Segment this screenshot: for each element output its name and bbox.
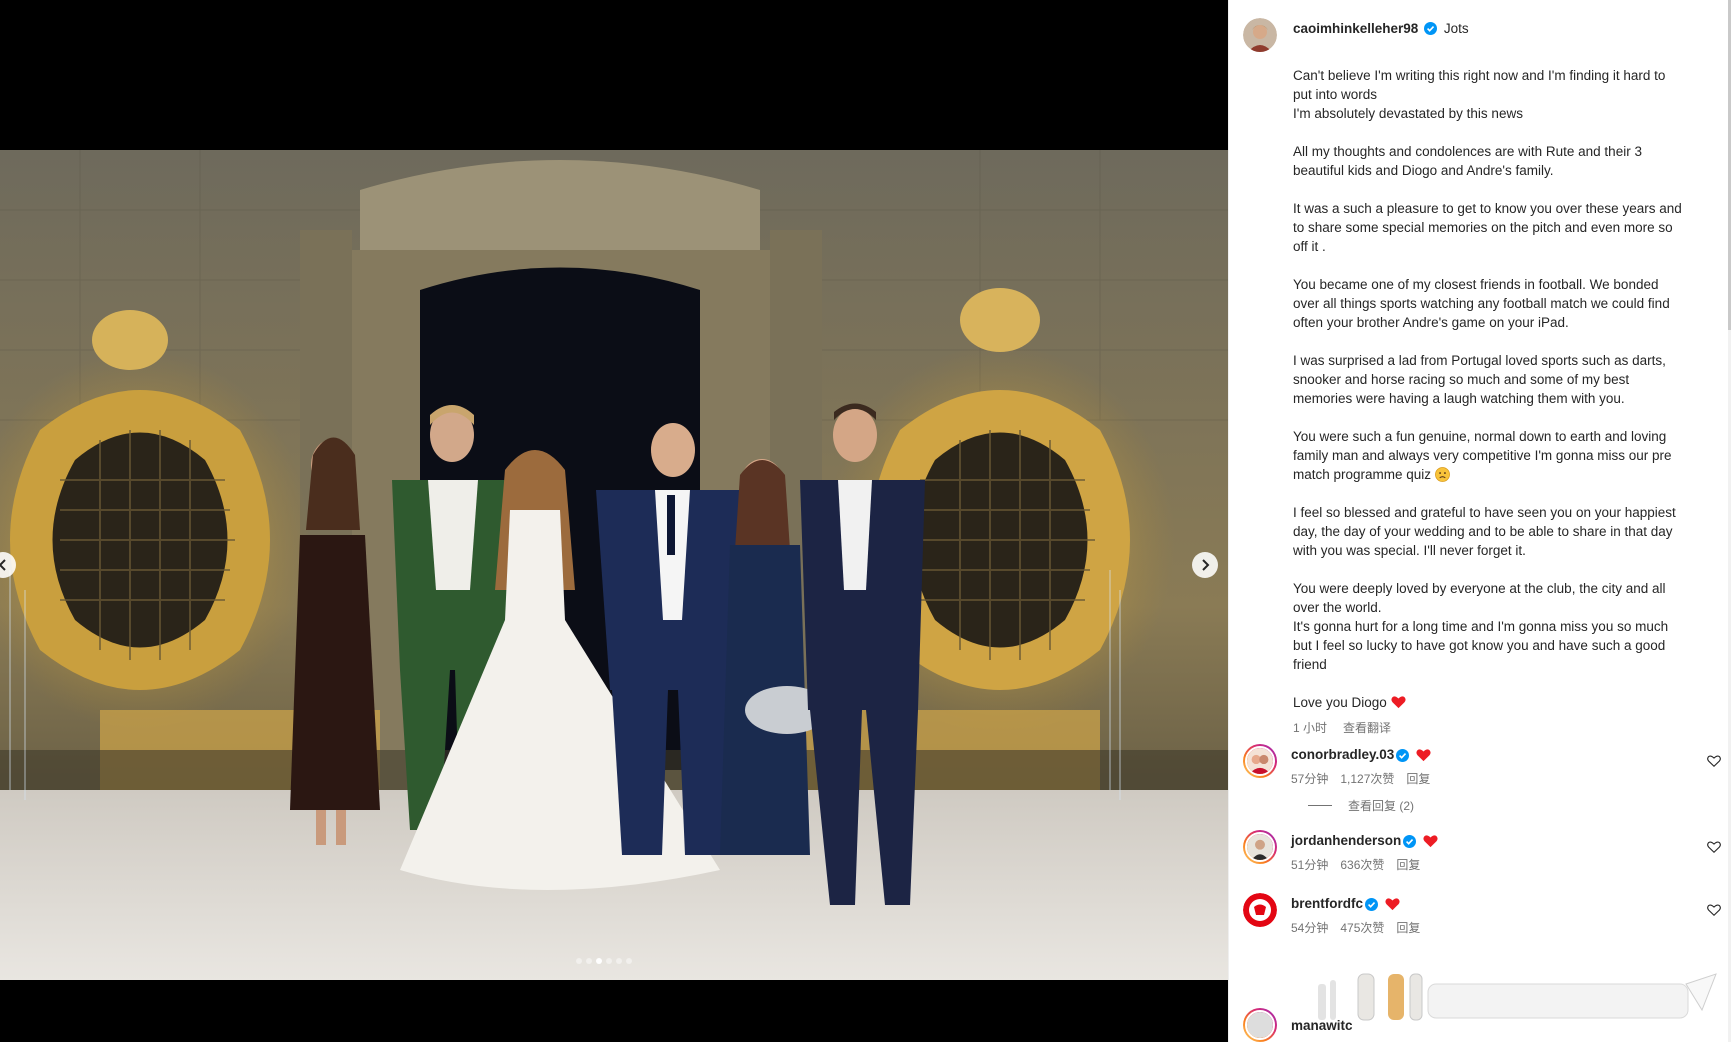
heart-outline-icon[interactable] xyxy=(1707,903,1721,917)
caption-line: Can't believe I'm writing this right now… xyxy=(1293,68,1666,83)
red-heart-emoji xyxy=(1391,696,1406,709)
chevron-left-icon xyxy=(0,559,6,571)
comment-item: jordanhenderson 51分钟 636次赞 回复 xyxy=(1243,830,1721,873)
comment-likes[interactable]: 475次赞 xyxy=(1340,919,1384,936)
reply-button[interactable]: 回复 xyxy=(1406,770,1430,787)
comment-item: brentfordfc 54分钟 475次赞 回复 xyxy=(1243,893,1721,936)
caption-line: It was a such a pleasure to get to know … xyxy=(1293,201,1682,216)
caption-line: match programme quiz xyxy=(1293,465,1693,484)
post-meta: 1 小时 查看翻译 xyxy=(1293,719,1693,736)
verified-badge-icon xyxy=(1424,22,1438,35)
caption-paragraph: All my thoughts and condolences are with… xyxy=(1293,142,1693,180)
caption-line: with you was special. I'll never forget … xyxy=(1293,543,1526,558)
caption-line: memories were having a laugh watching th… xyxy=(1293,391,1625,406)
caption-title: Jots xyxy=(1443,21,1469,36)
caption-line: often your brother Andre's game on your … xyxy=(1293,315,1569,330)
comment-avatar[interactable] xyxy=(1243,893,1277,927)
reply-button[interactable]: 回复 xyxy=(1396,856,1420,873)
caption-line: You were such a fun genuine, normal down… xyxy=(1293,429,1667,444)
caption-paragraph: It was a such a pleasure to get to know … xyxy=(1293,199,1693,256)
caption-line: over the world. xyxy=(1293,600,1382,615)
red-heart-emoji xyxy=(1385,898,1400,911)
caption-line: family man and always very competitive I… xyxy=(1293,448,1672,463)
comment-time[interactable]: 54分钟 xyxy=(1291,919,1328,936)
verified-badge-icon xyxy=(1365,897,1378,911)
carousel-indicator xyxy=(576,958,632,964)
caption-line: day, the day of your wedding and to be a… xyxy=(1293,524,1673,539)
verified-badge-icon xyxy=(1403,834,1417,848)
caption-line: over all things sports watching any foot… xyxy=(1293,296,1670,311)
divider-line xyxy=(1308,805,1332,806)
caption-paragraph: You were such a fun genuine, normal down… xyxy=(1293,427,1693,484)
verified-badge-icon xyxy=(1396,748,1410,762)
comment-likes[interactable]: 1,127次赞 xyxy=(1340,770,1394,787)
sad-face-emoji xyxy=(1435,467,1450,482)
caption-line: I'm absolutely devastated by this news xyxy=(1293,106,1523,121)
comment-item: conorbradley.03 57分钟 1,127次赞 回复查看回复 (2) xyxy=(1243,744,1721,814)
red-heart-emoji xyxy=(1416,749,1431,762)
wedding-photo xyxy=(0,150,1228,980)
caption-line: off it . xyxy=(1293,239,1326,254)
next-slide-button[interactable] xyxy=(1192,552,1218,578)
comment-time[interactable]: 51分钟 xyxy=(1291,856,1328,873)
reply-button[interactable]: 回复 xyxy=(1396,919,1420,936)
caption-line: but I feel so lucky to have got know you… xyxy=(1293,638,1666,653)
carousel-dot xyxy=(616,958,622,964)
caption-text: Can't believe I'm writing this right now… xyxy=(1293,66,1693,712)
comment-username[interactable]: conorbradley.03 xyxy=(1291,744,1394,766)
caption-line: I feel so blessed and grateful to have s… xyxy=(1293,505,1676,520)
caption-line: It's gonna hurt for a long time and I'm … xyxy=(1293,619,1669,634)
heart-outline-icon[interactable] xyxy=(1707,840,1721,854)
carousel-dot xyxy=(586,958,592,964)
caption-line: You became one of my closest friends in … xyxy=(1293,277,1659,292)
see-translation-link[interactable]: 查看翻译 xyxy=(1343,719,1391,736)
carousel-dot xyxy=(576,958,582,964)
comment-avatar[interactable] xyxy=(1243,1008,1277,1042)
post-caption: caoimhinkelleher98 Jots Can't believe I'… xyxy=(1243,18,1693,736)
caption-line: snooker and horse racing so much and som… xyxy=(1293,372,1630,387)
post-side-panel: caoimhinkelleher98 Jots Can't believe I'… xyxy=(1228,0,1731,1042)
comment-username[interactable]: brentfordfc xyxy=(1291,893,1363,915)
comment-time[interactable]: 57分钟 xyxy=(1291,770,1328,787)
caption-paragraph: You were deeply loved by everyone at the… xyxy=(1293,579,1693,674)
caption-paragraph: I was surprised a lad from Portugal love… xyxy=(1293,351,1693,408)
comment-username[interactable]: jordanhenderson xyxy=(1291,830,1401,852)
caption-paragraph: Can't believe I'm writing this right now… xyxy=(1293,66,1693,123)
heart-outline-icon[interactable] xyxy=(1707,754,1721,768)
author-avatar[interactable] xyxy=(1243,18,1277,52)
sticker-overlay xyxy=(1318,973,1717,1021)
chevron-right-icon xyxy=(1202,559,1210,571)
caption-line: All my thoughts and condolences are with… xyxy=(1293,144,1642,159)
carousel-dot xyxy=(606,958,612,964)
caption-line: You were deeply loved by everyone at the… xyxy=(1293,581,1666,596)
post-time[interactable]: 1 小时 xyxy=(1293,719,1327,736)
comment-avatar[interactable] xyxy=(1243,744,1277,778)
view-replies-label: 查看回复 (2) xyxy=(1348,799,1415,813)
comment-avatar[interactable] xyxy=(1243,830,1277,864)
caption-paragraph: Love you Diogo xyxy=(1293,693,1693,712)
comment-likes[interactable]: 636次赞 xyxy=(1340,856,1384,873)
view-replies-button[interactable]: 查看回复 (2) xyxy=(1308,797,1721,814)
caption-line: put into words xyxy=(1293,87,1378,102)
caption-paragraph: I feel so blessed and grateful to have s… xyxy=(1293,503,1693,560)
post-media xyxy=(0,0,1228,1042)
caption-line: to share some special memories on the pi… xyxy=(1293,220,1673,235)
author-username[interactable]: caoimhinkelleher98 xyxy=(1293,21,1418,36)
red-heart-emoji xyxy=(1423,835,1438,848)
comment-list: conorbradley.03 57分钟 1,127次赞 回复 查看回复 (2) jord… xyxy=(1243,744,1721,956)
caption-line: Love you Diogo xyxy=(1293,693,1693,712)
caption-line: friend xyxy=(1293,657,1327,672)
carousel-dot xyxy=(596,958,602,964)
caption-line: beautiful kids and Diogo and Andre's fam… xyxy=(1293,163,1554,178)
caption-paragraph: You became one of my closest friends in … xyxy=(1293,275,1693,332)
carousel-dot xyxy=(626,958,632,964)
caption-line: I was surprised a lad from Portugal love… xyxy=(1293,353,1666,368)
